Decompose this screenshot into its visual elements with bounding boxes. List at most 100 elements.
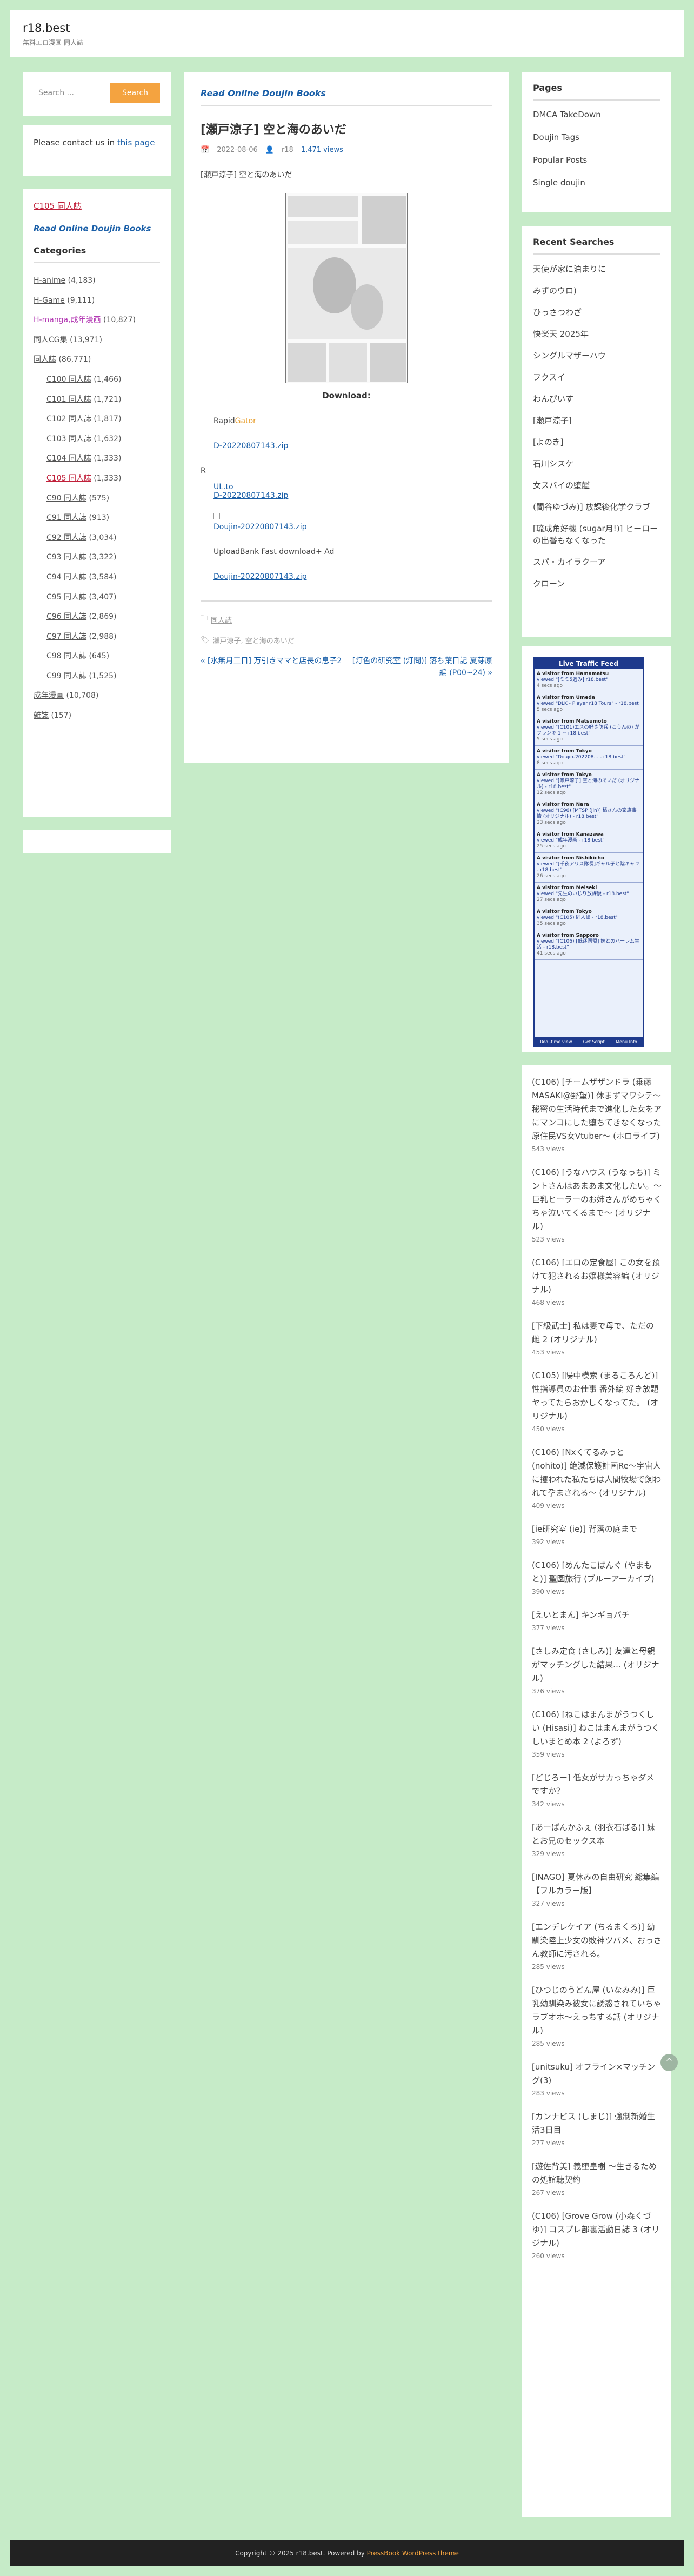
recent-search-link[interactable]: フクスイ [533,371,660,383]
popular-post-link[interactable]: [unitsuku] オフライン×マッチング(3) [532,2060,662,2087]
recent-search-link[interactable]: [琉成角好機 (sugar月!)] ヒーローの出番もなくなった [533,523,660,546]
category-link[interactable]: C99 同人誌 [46,672,86,680]
contact-link[interactable]: this page [117,138,155,148]
category-link[interactable]: C104 同人誌 [46,454,91,463]
popular-post-link[interactable]: [ひつじのうどん屋 (いなみみ)] 巨乳幼馴染み彼女に誘惑されていちゃラブオホ〜… [532,1984,662,2038]
popular-post-link[interactable]: [下級武士] 私は妻で母で、ただの雌 2 (オリジナル) [532,1319,662,1346]
recent-search-link[interactable]: ひっさつわざ [533,306,660,318]
feed-entry-page[interactable]: viewed "[千夜アリス隊長]ギャル子と陰キャ 2 - r18.best" [537,862,640,873]
ul-file-link[interactable]: D-20220807143.zip [213,491,288,500]
popular-post-link[interactable]: [さしみ定食 (さしみ)] 友達と母親がマッチングした結果… (オリジナル) [532,1645,662,1685]
page-link[interactable]: Doujin Tags [533,132,660,143]
category-item: H-manga,成年漫画 (10,827) [34,310,160,330]
category-link[interactable]: H-Game [34,296,65,305]
feed-entry-page[interactable]: viewed "(C96) [MTSP (Jin)] 橘さんの家族事情 (オリジ… [537,808,640,820]
footer-theme-link[interactable]: PressBook WordPress theme [367,2550,459,2557]
category-link[interactable]: C92 同人誌 [46,533,86,542]
popular-post-item: [ie研究室 (ie)] 背落の庭まで 392 views [532,1523,662,1546]
popular-post-link[interactable]: (C106) [Grove Grow (小森くづゆ)] コスプレ部裏活動日誌 3… [532,2210,662,2250]
category-link[interactable]: C94 同人誌 [46,573,86,582]
category-link[interactable]: 成年漫画 [34,691,64,700]
category-link[interactable]: C91 同人誌 [46,513,86,522]
recent-search-link[interactable]: 女スパイの堕艦 [533,479,660,491]
popular-post-link[interactable]: [あーぱんかふぇ (羽衣石ばる)] 妹とお兄のセックス本 [532,1821,662,1848]
recent-search-link[interactable]: [よのき] [533,436,660,448]
feed-entry-page[interactable]: viewed "(C105) 同人誌 - r18.best" [537,915,640,921]
recent-search-link[interactable]: わんぴいす [533,393,660,405]
category-link[interactable]: C97 同人誌 [46,632,86,641]
popular-post-link[interactable]: [INAGO] 夏休みの自由研究 総集編【フルカラー版】 [532,1871,662,1898]
popular-post-link[interactable]: (C106) [エロの定食屋] この女を預けて犯されるお嬢様美容編 (オリジナル… [532,1256,662,1297]
page-link[interactable]: DMCA TakeDown [533,109,660,120]
read-online-link[interactable]: Read Online Doujin Books [34,223,160,235]
feed-entry-page[interactable]: viewed "成年漫画 - r18.best" [537,838,640,844]
page-link[interactable]: Single doujin [533,177,660,188]
popular-post-link[interactable]: (C106) [うなハウス (うなっち)] ミントさんはあまあま文化したい。〜巨… [532,1166,662,1233]
feed-footer-link[interactable]: Menu Info [616,1039,637,1044]
popular-post-item: (C106) [チームザザンドラ (乗藤MASAKI@野望)] 休まずマワシテ〜… [532,1076,662,1153]
popular-post-link[interactable]: [えいとまん] キンギョバチ [532,1609,662,1622]
recent-search-link[interactable]: 天使が家に泊まりに [533,263,660,275]
feed-entry-page[interactable]: viewed "(C101)エスの好き防兵 (こうんの) がフランキ 1 ~ r… [537,725,640,737]
rapidgator-file-link[interactable]: D-20220807143.zip [213,442,288,450]
recent-search-link[interactable]: (間谷ゆづみ)] 放課後化学クラブ [533,501,660,513]
feed-entry-page[interactable]: viewed "(C106) [低迷同盟] 妹とのハーレム生活 - r18.be… [537,939,640,951]
recent-search-link[interactable]: みずのウロ) [533,285,660,297]
category-link[interactable]: C103 同人誌 [46,435,91,443]
popular-post-link[interactable]: [カンナビス (しまじ)] 強制新婚生活3日目 [532,2110,662,2137]
category-link[interactable]: C105 同人誌 [46,474,91,483]
category-link[interactable]: C100 同人誌 [46,375,91,384]
popular-post-link[interactable]: (C106) [Nxくてるみっと (nohito)] 絶滅保護計画Re〜宇宙人に… [532,1446,662,1500]
category-link[interactable]: H-manga,成年漫画 [34,316,101,324]
cover-image[interactable] [285,193,408,383]
category-link[interactable]: C93 同人誌 [46,553,86,562]
popular-post-link[interactable]: (C105) [陽中模索 (まるころんど)] 性指導員のお仕事 番外編 好き放題… [532,1369,662,1423]
search-button[interactable]: Search [110,83,160,103]
feed-footer-link[interactable]: Get Script [583,1039,605,1044]
ul-link[interactable]: UL.to [213,483,233,491]
category-link[interactable]: C101 同人誌 [46,395,91,404]
scroll-top-button[interactable]: ^ [660,2054,678,2071]
recent-search-link[interactable]: スパ・カイラクーア [533,556,660,568]
popular-post-link[interactable]: (C106) [ねこはまんまがうつくしい (Hisasi)] ねこはまんまがうつ… [532,1708,662,1749]
page-link[interactable]: Popular Posts [533,155,660,165]
recent-search-link[interactable]: クローン [533,578,660,590]
popular-post-link[interactable]: [エンデレケイア (ちるまくろ)] 幼馴染陸上少女の敗神ツバメ、おっさん教師に汚… [532,1920,662,1961]
feed-entry-page[interactable]: viewed "[瀬戸涼子] 空と海のあいだ (オリジナル) - r18.bes… [537,778,640,790]
popular-post-link[interactable]: (C106) [めんたこぱんぐ (やまもと)] 聖園旅行 (ブルーアーカイブ) [532,1559,662,1586]
post-author[interactable]: r18 [282,146,293,154]
category-link[interactable]: 雑誌 [34,711,49,720]
popular-post-link[interactable]: [どじろー] 低女がサカっちゃダメですか？ [532,1771,662,1798]
category-link[interactable]: C102 同人誌 [46,415,91,423]
popular-post-link[interactable]: [遊佐背美] 義堕皇樹 〜生きるための処誼聴契約 [532,2160,662,2187]
feed-entry-page[interactable]: viewed "Doujin-202208... - r18.best" [537,755,640,760]
feed-footer-link[interactable]: Real-time view [540,1039,572,1044]
category-link[interactable]: C98 同人誌 [46,652,86,660]
doujin-file-link[interactable]: Doujin-20220807143.zip [213,523,306,531]
next-post-link[interactable]: [灯色の研究室 (灯問)] 落ち葉日記 夏芽原編 (P00~24) » [346,655,492,679]
c105-link[interactable]: C105 同人誌 [34,200,160,212]
post-footer-category[interactable]: 同人誌 [211,615,232,625]
category-link[interactable]: 同人誌 [34,355,56,364]
recent-search-link[interactable]: 石川シスケ [533,458,660,470]
popular-post-link[interactable]: [ie研究室 (ie)] 背落の庭まで [532,1523,662,1536]
post-footer-tags[interactable]: 瀬戸涼子, 空と海のあいだ [213,635,295,645]
prev-post-link[interactable]: « [水無月三日] 万引きママと店長の息子2 [201,655,346,679]
category-count: (2,869) [89,612,117,622]
category-link[interactable]: C96 同人誌 [46,612,86,621]
search-input[interactable]: Search ... [34,83,110,103]
site-title[interactable]: r18.best [23,22,671,35]
category-link[interactable]: C90 同人誌 [46,494,86,503]
post-category-link[interactable]: Read Online Doujin Books [201,88,492,106]
category-link[interactable]: H-anime [34,276,65,285]
uploadbank-file-link[interactable]: Doujin-20220807143.zip [213,572,306,581]
feed-entry-page[interactable]: viewed "[ミミ5週み] r18.best" [537,677,640,683]
recent-search-link[interactable]: 快楽天 2025年 [533,328,660,340]
recent-search-link[interactable]: [瀬戸涼子] [533,415,660,426]
category-link[interactable]: C95 同人誌 [46,593,86,602]
feed-entry-page[interactable]: viewed "先生のいじり放課後 - r18.best" [537,891,640,897]
popular-post-link[interactable]: (C106) [チームザザンドラ (乗藤MASAKI@野望)] 休まずマワシテ〜… [532,1076,662,1143]
recent-search-link[interactable]: シングルマザーハウ [533,350,660,362]
category-link[interactable]: 同人CG集 [34,336,68,344]
feed-entry-page[interactable]: viewed "DLK - Player r18 Tours" - r18.be… [537,701,640,707]
